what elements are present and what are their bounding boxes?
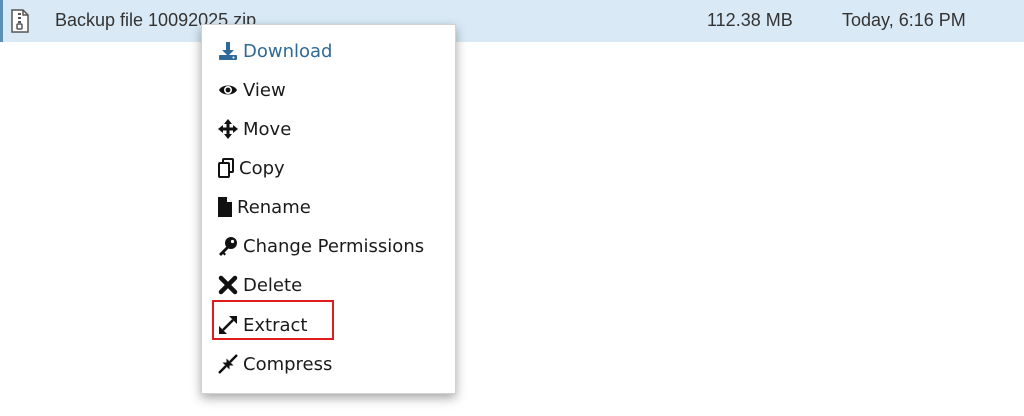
- menu-item-extract[interactable]: Extract: [218, 310, 307, 340]
- expand-icon: [218, 315, 238, 335]
- download-icon: [218, 41, 238, 61]
- file-modified-date: Today, 6:16 PM: [842, 10, 966, 30]
- menu-item-label: Rename: [237, 196, 311, 218]
- file-row[interactable]: Backup file 10092025.zip 112.38 MB Today…: [0, 0, 1024, 42]
- context-menu: Download View Move Copy Rename Change Pe…: [201, 24, 456, 394]
- menu-item-label: Compress: [243, 353, 333, 375]
- menu-item-label: View: [243, 79, 286, 101]
- menu-item-view[interactable]: View: [218, 75, 286, 105]
- menu-item-compress[interactable]: Compress: [218, 349, 332, 379]
- x-icon: [218, 275, 238, 295]
- menu-item-delete[interactable]: Delete: [218, 270, 302, 300]
- file-size: 112.38 MB: [707, 10, 793, 30]
- menu-item-label: Copy: [239, 157, 285, 179]
- zip-file-icon: [11, 9, 29, 33]
- menu-item-download[interactable]: Download: [218, 36, 332, 66]
- menu-item-copy[interactable]: Copy: [218, 153, 285, 183]
- menu-item-rename[interactable]: Rename: [218, 192, 311, 222]
- menu-item-change-permissions[interactable]: Change Permissions: [218, 231, 424, 261]
- copy-icon: [218, 158, 234, 178]
- compress-icon: [218, 354, 238, 374]
- file-icon: [218, 197, 232, 217]
- menu-item-label: Extract: [243, 314, 308, 336]
- menu-item-move[interactable]: Move: [218, 114, 291, 144]
- eye-icon: [218, 80, 238, 100]
- menu-item-label: Move: [243, 118, 292, 140]
- key-icon: [218, 236, 238, 256]
- menu-item-label: Change Permissions: [243, 235, 425, 257]
- move-arrows-icon: [218, 119, 238, 139]
- menu-item-label: Download: [243, 40, 333, 62]
- menu-item-label: Delete: [243, 274, 303, 296]
